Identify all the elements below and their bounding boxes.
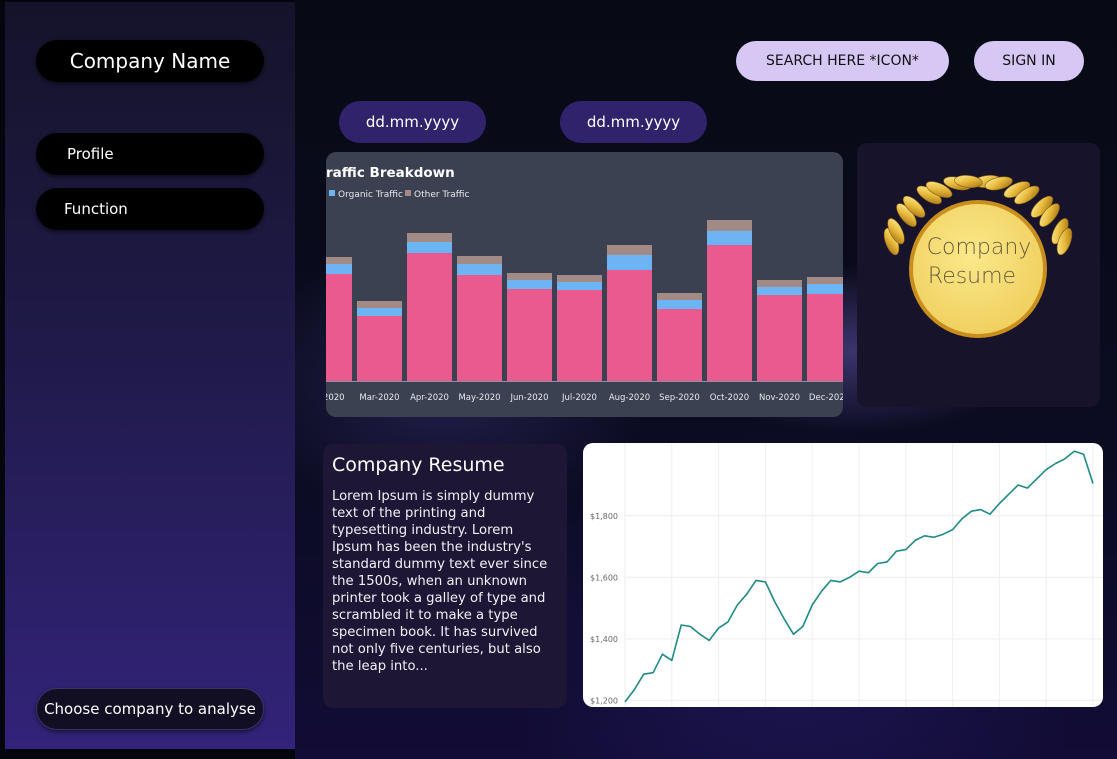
- bar-segment: [326, 257, 352, 264]
- x-tick-label: Mar-2020: [359, 393, 399, 403]
- bar-segment: [757, 287, 802, 295]
- bar-segment: [407, 253, 452, 381]
- bar-segment: [757, 280, 802, 287]
- company-resume-card: Company Resume Lorem Ipsum is simply dum…: [323, 444, 567, 708]
- legend-label: Organic Traffic: [338, 190, 403, 200]
- y-tick-label: $1,800: [590, 512, 618, 521]
- bar-segment: [807, 294, 843, 381]
- bar-segment: [357, 301, 402, 308]
- legend-swatch: [329, 190, 335, 196]
- x-tick-label: Dec-2020: [809, 393, 843, 403]
- resume-body: Lorem Ipsum is simply dummy text of the …: [332, 489, 548, 674]
- chart-title: raffic Breakdown: [326, 165, 455, 181]
- bar-segment: [457, 264, 502, 275]
- badge-title-line2: Resume: [928, 264, 1016, 289]
- badge-title-line1: Company: [927, 235, 1032, 260]
- bar-segment: [707, 220, 752, 231]
- x-tick-label: Aug-2020: [609, 393, 650, 403]
- legend-label: Other Traffic: [414, 190, 470, 200]
- bar-segment: [507, 280, 552, 289]
- y-tick-label: $1,400: [590, 635, 618, 644]
- sign-in-button[interactable]: SIGN IN: [974, 41, 1084, 81]
- bar-segment: [707, 245, 752, 381]
- x-tick-label: Jun-2020: [510, 393, 549, 403]
- legend-swatch: [405, 190, 411, 196]
- resume-title: Company Resume: [332, 454, 505, 476]
- x-tick-label: May-2020: [458, 393, 500, 403]
- bar-segment: [807, 284, 843, 294]
- bar-segment: [607, 255, 652, 270]
- bar-segment: [707, 231, 752, 245]
- choose-company-button[interactable]: Choose company to analyse: [36, 688, 264, 730]
- sidebar-item-profile[interactable]: Profile: [36, 133, 264, 175]
- bar-segment: [557, 290, 602, 381]
- bar-segment: [657, 300, 702, 309]
- price-line-svg: $1,200 $1,400 $1,600 $1,800: [590, 443, 1103, 707]
- x-tick-label: Sep-2020: [659, 393, 700, 403]
- bar-segment: [326, 264, 352, 274]
- bar-segment: [607, 245, 652, 255]
- bar-segment: [357, 316, 402, 381]
- bar-segment: [807, 277, 843, 284]
- bar-segment: [657, 293, 702, 300]
- bar-segment: [457, 256, 502, 264]
- bar-segment: [457, 275, 502, 381]
- x-tick-label: Nov-2020: [759, 393, 800, 403]
- sidebar-item-function[interactable]: Function: [36, 188, 264, 230]
- bar-segment: [557, 275, 602, 282]
- x-tick-label: b-2020: [326, 393, 345, 403]
- y-tick-label: $1,200: [590, 696, 618, 705]
- company-resume-badge: Company Resume: [857, 143, 1100, 407]
- company-name-button[interactable]: Company Name: [36, 40, 264, 82]
- bar-segment: [407, 242, 452, 253]
- bar-segment: [557, 282, 602, 290]
- start-date-input[interactable]: dd.mm.yyyy: [339, 101, 486, 143]
- sidebar: [5, 2, 295, 749]
- laurel-wreath-icon: Company Resume: [883, 175, 1073, 338]
- x-tick-label: Jul-2020: [561, 393, 597, 403]
- y-tick-label: $1,600: [590, 573, 618, 582]
- x-tick-label: Apr-2020: [410, 393, 449, 403]
- bar-segment: [757, 295, 802, 381]
- bar-segment: [607, 270, 652, 381]
- bar-segment: [507, 289, 552, 381]
- x-tick-label: Oct-2020: [710, 393, 749, 403]
- bar-segment: [326, 274, 352, 381]
- end-date-input[interactable]: dd.mm.yyyy: [560, 101, 707, 143]
- bar-segment: [407, 233, 452, 242]
- bar-segment: [507, 273, 552, 280]
- price-line-chart: $1,200 $1,400 $1,600 $1,800: [583, 443, 1103, 707]
- bar-segment: [657, 309, 702, 381]
- bar-segment: [357, 308, 402, 316]
- search-button[interactable]: SEARCH HERE *ICON*: [736, 41, 949, 81]
- traffic-breakdown-chart: raffic Breakdown Organic Traffic Other Tra…: [326, 152, 843, 417]
- traffic-breakdown-svg: raffic Breakdown Organic Traffic Other Tra…: [326, 165, 843, 403]
